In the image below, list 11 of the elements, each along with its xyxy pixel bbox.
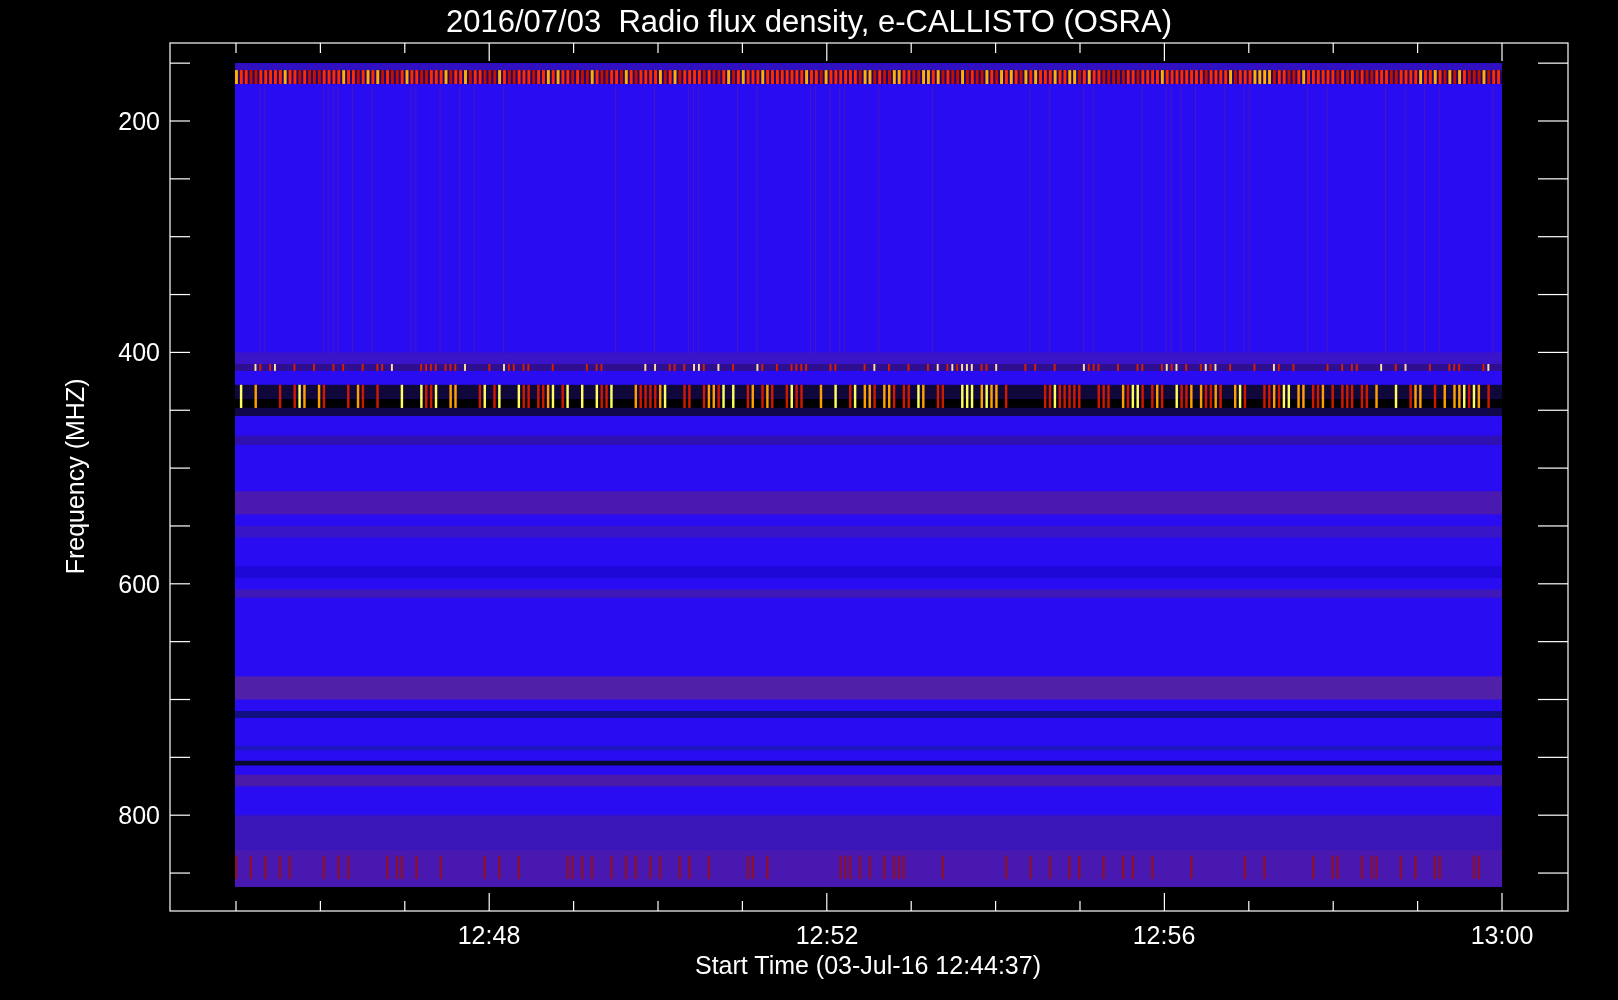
- x-tick-label: 13:00: [1470, 921, 1534, 949]
- x-tick-label: 12:56: [1132, 921, 1196, 949]
- y-tick-label: 600: [118, 569, 160, 598]
- chart-title: 2016/07/03 Radio flux density, e-CALLISTO (OSRA): [446, 4, 1172, 39]
- y-tick-label: 200: [118, 107, 160, 135]
- x-tick-label: 12:48: [457, 921, 521, 949]
- y-tick-label: 800: [118, 801, 160, 830]
- y-tick-label: 400: [118, 338, 160, 367]
- x-tick-label: 12:52: [795, 921, 859, 949]
- y-axis-label: Frequency (MHZ): [61, 378, 89, 575]
- x-axis-label: Start Time (03-Jul-16 12:44:37): [695, 951, 1041, 979]
